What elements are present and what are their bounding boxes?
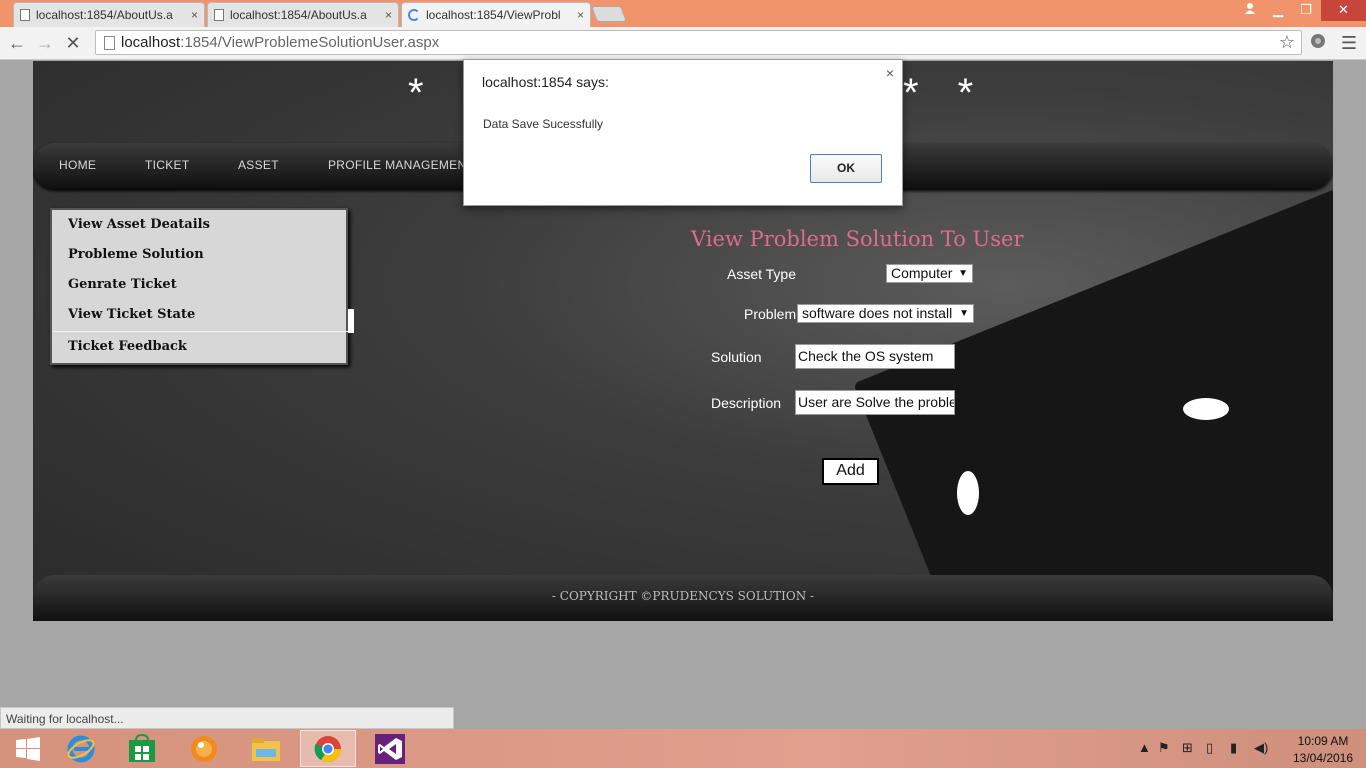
solution-label: Solution [711,349,762,365]
sidebar-divider [52,331,350,332]
back-arrow-icon[interactable]: ← [5,32,29,54]
tab-close-icon[interactable]: × [577,8,584,22]
internet-explorer-icon[interactable] [53,730,109,767]
dialog-title: localhost:1854 says: [482,74,609,90]
network-icon[interactable]: ▮ [1230,740,1237,756]
header-stars-right: * * [903,71,988,115]
sidebar-item-ticket-feedback[interactable]: Ticket Feedback [68,339,187,354]
stop-loading-icon[interactable]: ✕ [61,32,85,54]
dialog-message: Data Save Sucessfully [483,117,604,131]
copyright-text: - COPYRIGHT ©PRUDENCYS SOLUTION - [551,589,815,603]
minimize-button[interactable]: ▁ [1264,0,1292,21]
page-icon [104,36,115,50]
sidebar-item-probleme-solution[interactable]: Probleme Solution [68,247,204,262]
description-input[interactable]: User are Solve the proble [795,390,955,415]
problem-value: software does not install [802,305,953,321]
url-text: localhost:1854/ViewProblemeSolutionUser.… [121,34,440,51]
address-bar[interactable]: localhost:1854/ViewProblemeSolutionUser.… [95,30,1302,55]
tab-close-icon[interactable]: × [385,8,392,22]
tab-aboutus-1[interactable]: localhost:1854/AboutUs.a × [13,2,205,27]
dialog-close-icon[interactable]: × [886,65,894,81]
show-hidden-icons-icon[interactable]: ▲ [1138,740,1151,755]
solution-input[interactable]: Check the OS system [795,344,955,369]
tab-strip: localhost:1854/AboutUs.a × localhost:185… [0,0,1366,27]
status-bubble: Waiting for localhost... [0,707,454,729]
tab-close-icon[interactable]: × [191,8,198,22]
window-close-button[interactable]: ✕ [1321,0,1366,21]
nav-home[interactable]: HOME [59,158,96,172]
sidebar-menu: View Asset Deatails Probleme Solution Ge… [50,208,354,365]
footer: - COPYRIGHT ©PRUDENCYS SOLUTION - [33,575,1333,621]
windows-taskbar: ▲ ⚑ ⊞ ▯ ▮ ◀) 10:09 AM 13/04/2016 [0,729,1366,768]
tab-aboutus-2[interactable]: localhost:1854/AboutUs.a × [207,2,399,27]
chrome-icon[interactable] [300,730,356,767]
sidebar-active-marker [348,309,354,333]
background-decoration [1183,398,1229,420]
dropdown-arrow-icon: ▼ [958,268,968,279]
device-icon[interactable]: ▯ [1206,740,1213,756]
tab-title: localhost:1854/ViewProbl [426,8,561,22]
alert-dialog: localhost:1854 says: × Data Save Sucessf… [463,59,903,206]
background-decoration [957,471,979,515]
description-label: Description [711,395,782,411]
restore-button[interactable]: ❐ [1292,0,1320,21]
page-icon [20,9,30,21]
page-icon [214,9,224,21]
tab-view-problem[interactable]: localhost:1854/ViewProbl × [401,2,591,27]
page-title: View Problem Solution To User [691,227,1024,251]
clock-date[interactable]: 13/04/2016 [1290,751,1356,765]
asset-type-value: Computer [891,265,953,281]
sidebar-item-view-asset-details[interactable]: View Asset Deatails [68,217,210,232]
store-icon[interactable] [114,730,170,767]
extension-globe-icon[interactable] [1306,32,1330,54]
browser-toolbar: ← → ✕ localhost:1854/ViewProblemeSolutio… [0,27,1366,60]
bookmark-star-icon[interactable]: ☆ [1279,32,1295,53]
action-center-flag-icon[interactable]: ⚑ [1158,740,1170,756]
dropdown-arrow-icon: ▼ [959,308,969,319]
problem-select[interactable]: software does not install ▼ [797,304,974,323]
loading-spinner-icon [408,9,420,21]
new-tab-button[interactable] [591,6,627,22]
windows-tray-icon[interactable]: ⊞ [1182,740,1193,756]
clock-time[interactable]: 10:09 AM [1290,734,1356,748]
file-explorer-icon[interactable] [238,730,294,767]
nav-profile-management[interactable]: PROFILE MANAGEMEN [328,158,466,172]
sidebar-item-view-ticket-state[interactable]: View Ticket State [68,307,195,322]
asset-type-label: Asset Type [727,266,797,282]
start-icon[interactable] [0,730,56,767]
problem-label: Problem [744,306,797,322]
nav-ticket[interactable]: TICKET [145,158,189,172]
user-profile-icon[interactable] [1236,0,1264,21]
visual-studio-icon[interactable] [362,730,418,767]
media-player-icon[interactable] [176,730,232,767]
sidebar-item-genrate-ticket[interactable]: Genrate Ticket [68,277,177,292]
menu-hamburger-icon[interactable]: ☰ [1337,32,1361,54]
tab-title: localhost:1854/AboutUs.a [36,8,173,22]
asset-type-select[interactable]: Computer ▼ [886,264,973,283]
volume-icon[interactable]: ◀) [1254,740,1268,756]
tab-title: localhost:1854/AboutUs.a [230,8,367,22]
add-button[interactable]: Add [822,458,879,485]
ok-button[interactable]: OK [810,154,882,183]
nav-asset[interactable]: ASSET [238,158,279,172]
forward-arrow-icon[interactable]: → [33,32,57,54]
